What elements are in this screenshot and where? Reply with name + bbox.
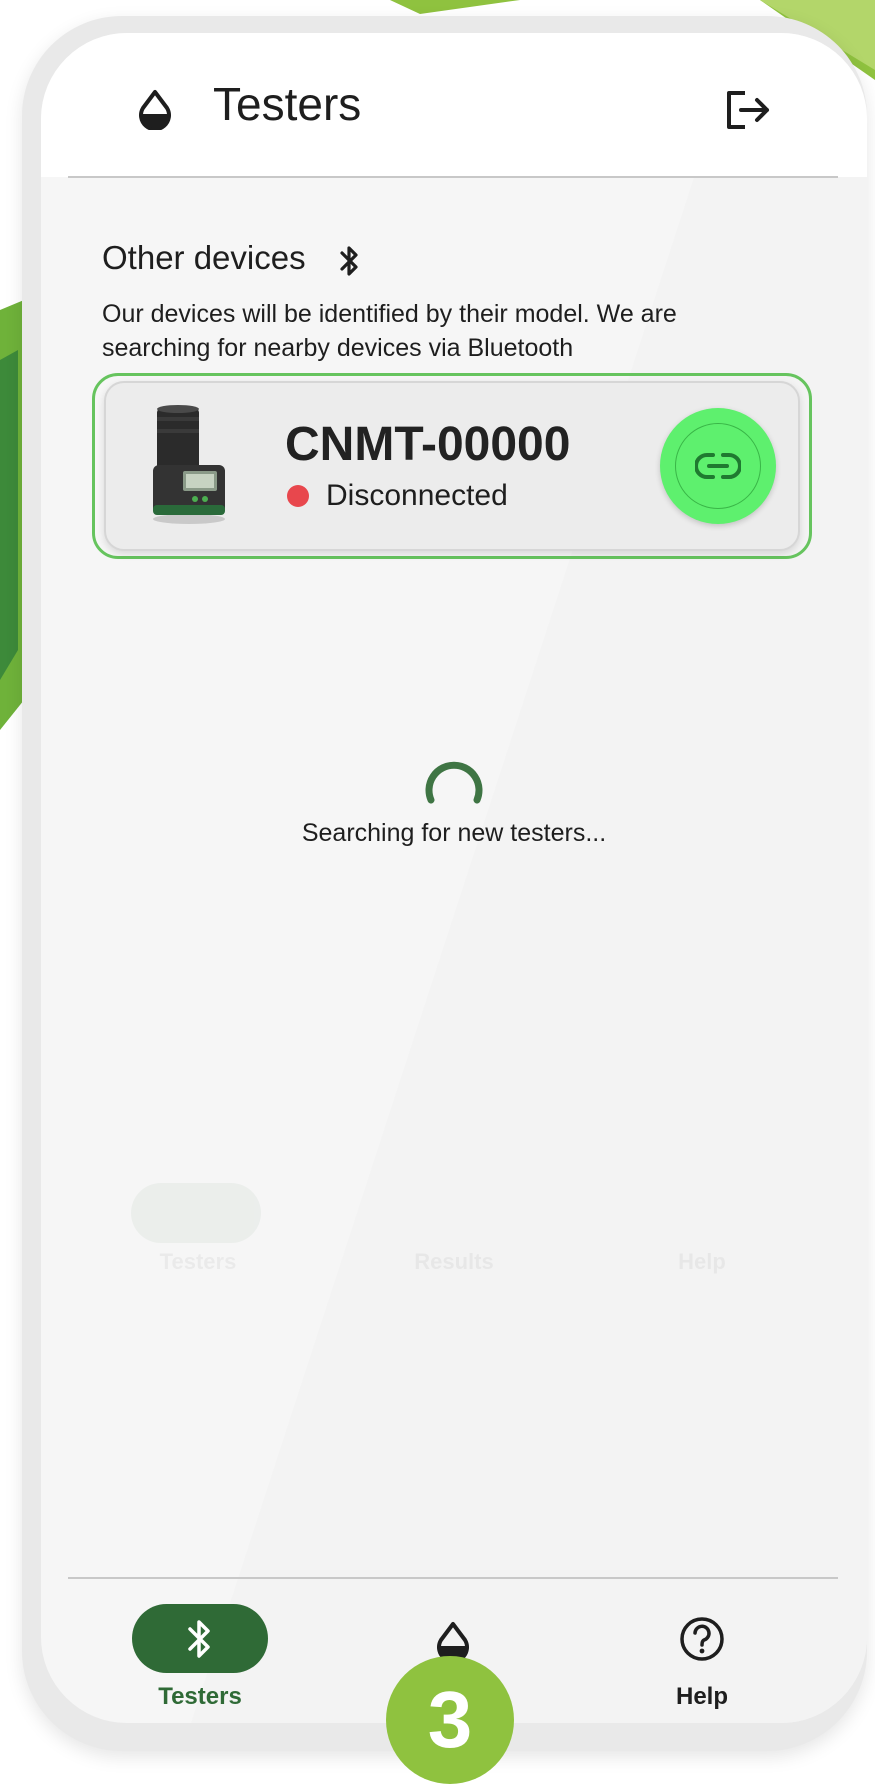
ghost-nav-label: Testers xyxy=(159,1249,237,1274)
bluetooth-icon xyxy=(340,246,358,276)
searching-status: Searching for new testers... xyxy=(301,819,607,847)
status-indicator-dot xyxy=(287,485,309,507)
nav-label-testers[interactable]: Testers xyxy=(110,1683,290,1711)
bottom-nav-divider xyxy=(68,1577,838,1579)
help-icon[interactable] xyxy=(679,1616,725,1662)
tester-device-image xyxy=(153,405,225,524)
ghost-nav-label: Help xyxy=(678,1249,726,1274)
bluetooth-icon xyxy=(188,1620,210,1658)
screen-glare xyxy=(191,33,867,1723)
nav-item-testers[interactable] xyxy=(132,1604,268,1673)
connect-button[interactable] xyxy=(660,408,776,524)
drop-icon xyxy=(139,90,171,130)
app-screen: Testers Other devices Our devices will b… xyxy=(41,33,867,1723)
device-name: CNMT-00000 xyxy=(285,418,571,471)
ghost-nav-pill xyxy=(131,1183,261,1243)
ghost-nav-label: Results xyxy=(414,1249,494,1274)
ghost-bottom-nav: Testers Results Help xyxy=(41,1183,867,1283)
section-description: Our devices will be identified by their … xyxy=(102,300,677,362)
nav-label-help[interactable]: Help xyxy=(612,1683,792,1711)
step-number-badge: 3 xyxy=(386,1656,514,1784)
header-divider xyxy=(68,176,838,178)
loading-spinner xyxy=(425,761,483,804)
section-title: Other devices xyxy=(102,239,306,276)
page-title: Testers xyxy=(213,78,362,130)
logout-icon[interactable] xyxy=(723,85,773,135)
device-status: Disconnected xyxy=(326,479,508,512)
link-icon xyxy=(695,453,741,479)
